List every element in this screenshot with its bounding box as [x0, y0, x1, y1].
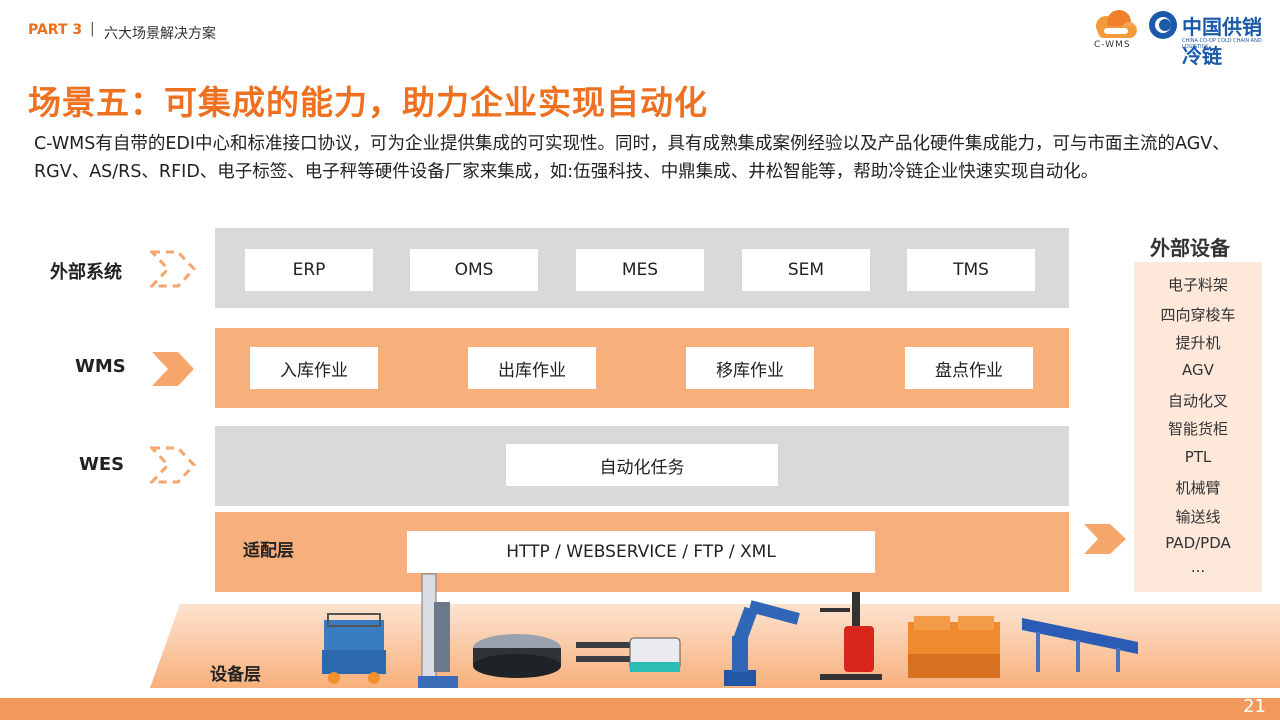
device-list-item: 电子料架	[1167, 276, 1228, 294]
brand-circle-icon	[1149, 11, 1177, 39]
shuttle-cart-icon	[322, 613, 386, 684]
cwms-logo-text: C-WMS	[1094, 40, 1131, 50]
stacker-forklift-icon	[820, 592, 882, 680]
device-list-item: AGV	[1182, 361, 1214, 379]
wms-box-outbound: 出库作业	[468, 347, 596, 389]
arrow-right-chevron-icon	[1084, 524, 1126, 554]
external-devices-title: 外部设备	[1150, 236, 1230, 260]
description-text: C-WMS有自带的EDI中心和标准接口协议，可为企业提供集成的可实现性。同时，具…	[34, 134, 1230, 182]
wms-box-inventory: 盘点作业	[905, 347, 1033, 389]
device-list-item: 智能货柜	[1167, 420, 1228, 438]
device-list-item: 提升机	[1175, 334, 1221, 352]
page-number: 21	[1243, 696, 1266, 717]
protocol-box: HTTP / WEBSERVICE / FTP / XML	[407, 531, 875, 573]
device-list-item: ...	[1190, 558, 1206, 576]
brand-logo-subtext: CHINA CO-OP COLD CHAIN AND LOGISTICS	[1182, 38, 1262, 50]
brand-logo-mark	[1148, 10, 1178, 40]
system-box-erp: ERP	[245, 249, 373, 291]
section-title: 六大场景解决方案	[104, 26, 216, 42]
external-devices-panel: 电子料架 四向穿梭车 提升机 AGV 自动化叉 智能货柜 PTL 机械臂 输送线…	[1134, 262, 1262, 592]
dashed-chevron-icon	[150, 446, 196, 484]
forklift-agv-icon	[576, 637, 681, 672]
adapter-label: 适配层	[243, 541, 294, 561]
device-list-item: 机械臂	[1175, 479, 1221, 497]
device-list-item: 自动化叉	[1167, 392, 1228, 410]
part-label: PART 3	[28, 22, 83, 38]
wms-label: WMS	[75, 356, 126, 377]
part-separator: |	[90, 21, 95, 37]
device-layer-label: 设备层	[210, 665, 261, 685]
wes-band: 自动化任务	[215, 426, 1069, 506]
external-systems-band: ERP OMS MES SEM TMS	[215, 228, 1069, 308]
device-list-item: PAD/PDA	[1165, 534, 1231, 552]
solid-chevron-icon	[152, 352, 194, 386]
device-list-item: 四向穿梭车	[1160, 306, 1236, 324]
system-box-sem: SEM	[742, 249, 870, 291]
wms-band: 入库作业 出库作业 移库作业 盘点作业	[215, 328, 1069, 408]
external-systems-label: 外部系统	[50, 262, 122, 283]
wms-box-transfer: 移库作业	[686, 347, 814, 389]
heavy-agv-icon	[908, 616, 1000, 678]
device-list-item: PTL	[1184, 448, 1212, 466]
agv-robot-icon	[473, 634, 561, 678]
cwms-logo: C-WMS	[1086, 8, 1142, 52]
wes-box-automation-task: 自动化任务	[506, 444, 778, 486]
system-box-mes: MES	[576, 249, 704, 291]
system-box-oms: OMS	[410, 249, 538, 291]
device-list-item: 输送线	[1175, 508, 1221, 526]
lift-tower-icon	[418, 573, 458, 688]
robot-arm-icon	[724, 600, 800, 686]
system-box-tms: TMS	[907, 249, 1035, 291]
dashed-chevron-icon	[150, 250, 196, 288]
wms-box-inbound: 入库作业	[250, 347, 378, 389]
footer-bar	[0, 698, 1280, 720]
conveyor-belt-icon	[1022, 618, 1138, 672]
adapter-band: 适配层 HTTP / WEBSERVICE / FTP / XML	[215, 512, 1069, 592]
page-title: 场景五：可集成的能力，助力企业实现自动化	[28, 83, 708, 122]
wes-label: WES	[79, 454, 125, 475]
